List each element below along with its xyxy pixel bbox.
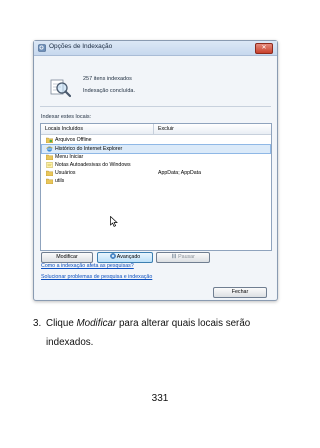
advanced-button-label: Avançado — [116, 254, 141, 260]
pause-icon — [172, 253, 177, 259]
window-title: Opções de Indexação — [49, 43, 113, 50]
window-close-button[interactable]: ✕ — [255, 43, 273, 54]
column-header-exclude[interactable]: Excluir — [154, 124, 271, 135]
indexing-status: Indexação concluída. — [83, 88, 135, 94]
shield-gear-icon — [109, 253, 116, 259]
folder-icon — [46, 178, 53, 184]
advanced-button[interactable]: Avançado — [97, 252, 153, 263]
row-exclude-value: AppData; AppData — [158, 170, 201, 176]
indexing-options-window: Opções de Indexação ✕ 257 itens indexado… — [33, 40, 278, 301]
index-locations-label: Indexar estes locais: — [41, 114, 92, 120]
row-location-label: Menu Iniciar — [55, 154, 84, 160]
column-header-included[interactable]: Locais Incluídos — [41, 124, 154, 135]
title-bar[interactable]: Opções de Indexação ✕ — [34, 41, 277, 56]
pause-button-label: Pausar — [178, 254, 195, 260]
table-row[interactable]: Notas Autoadesivas do Windows — [42, 161, 270, 169]
locations-table: Locais Incluídos Excluir Arquivos Offlin… — [40, 123, 272, 251]
window-client-area: 257 itens indexados Indexação concluída.… — [35, 56, 276, 299]
row-location-label: Notas Autoadesivas do Windows — [55, 162, 131, 168]
page-number: 331 — [151, 393, 169, 404]
table-row[interactable]: utils — [42, 177, 270, 185]
mouse-cursor-icon — [110, 216, 118, 227]
table-row[interactable]: Arquivos Offline — [42, 136, 270, 144]
row-location-label: Histórico do Internet Explorer — [55, 146, 123, 152]
how-indexing-affects-link[interactable]: Como a indexação afeta as pesquisas? — [41, 263, 134, 269]
step-instruction: 3. Clique Modificar para alterar quais lo… — [33, 314, 286, 352]
items-indexed-count: 257 itens indexados — [83, 76, 132, 82]
row-location-label: utils — [55, 178, 65, 184]
magnifier-index-icon — [50, 79, 71, 98]
table-row[interactable]: Menu Iniciar — [42, 153, 270, 161]
troubleshoot-link[interactable]: Solucionar problemas de pesquisa e index… — [41, 274, 152, 280]
step-text-prefix: Clique — [46, 318, 77, 329]
offline-files-icon — [46, 137, 53, 143]
divider — [40, 106, 271, 107]
indexing-options-icon — [38, 44, 46, 52]
modify-button[interactable]: Modificar — [41, 252, 93, 263]
folder-icon — [46, 154, 53, 160]
sticky-notes-icon — [46, 162, 53, 168]
step-number: 3. — [33, 318, 42, 329]
folder-icon — [46, 170, 53, 176]
row-location-label: Usuários — [55, 170, 76, 176]
ie-history-icon — [46, 146, 53, 152]
pause-button[interactable]: Pausar — [156, 252, 210, 263]
table-row[interactable]: Usuários AppData; AppData — [42, 169, 270, 177]
row-location-label: Arquivos Offline — [55, 137, 92, 143]
close-button[interactable]: Fechar — [213, 287, 267, 298]
step-text-emphasis: Modificar — [76, 318, 117, 329]
